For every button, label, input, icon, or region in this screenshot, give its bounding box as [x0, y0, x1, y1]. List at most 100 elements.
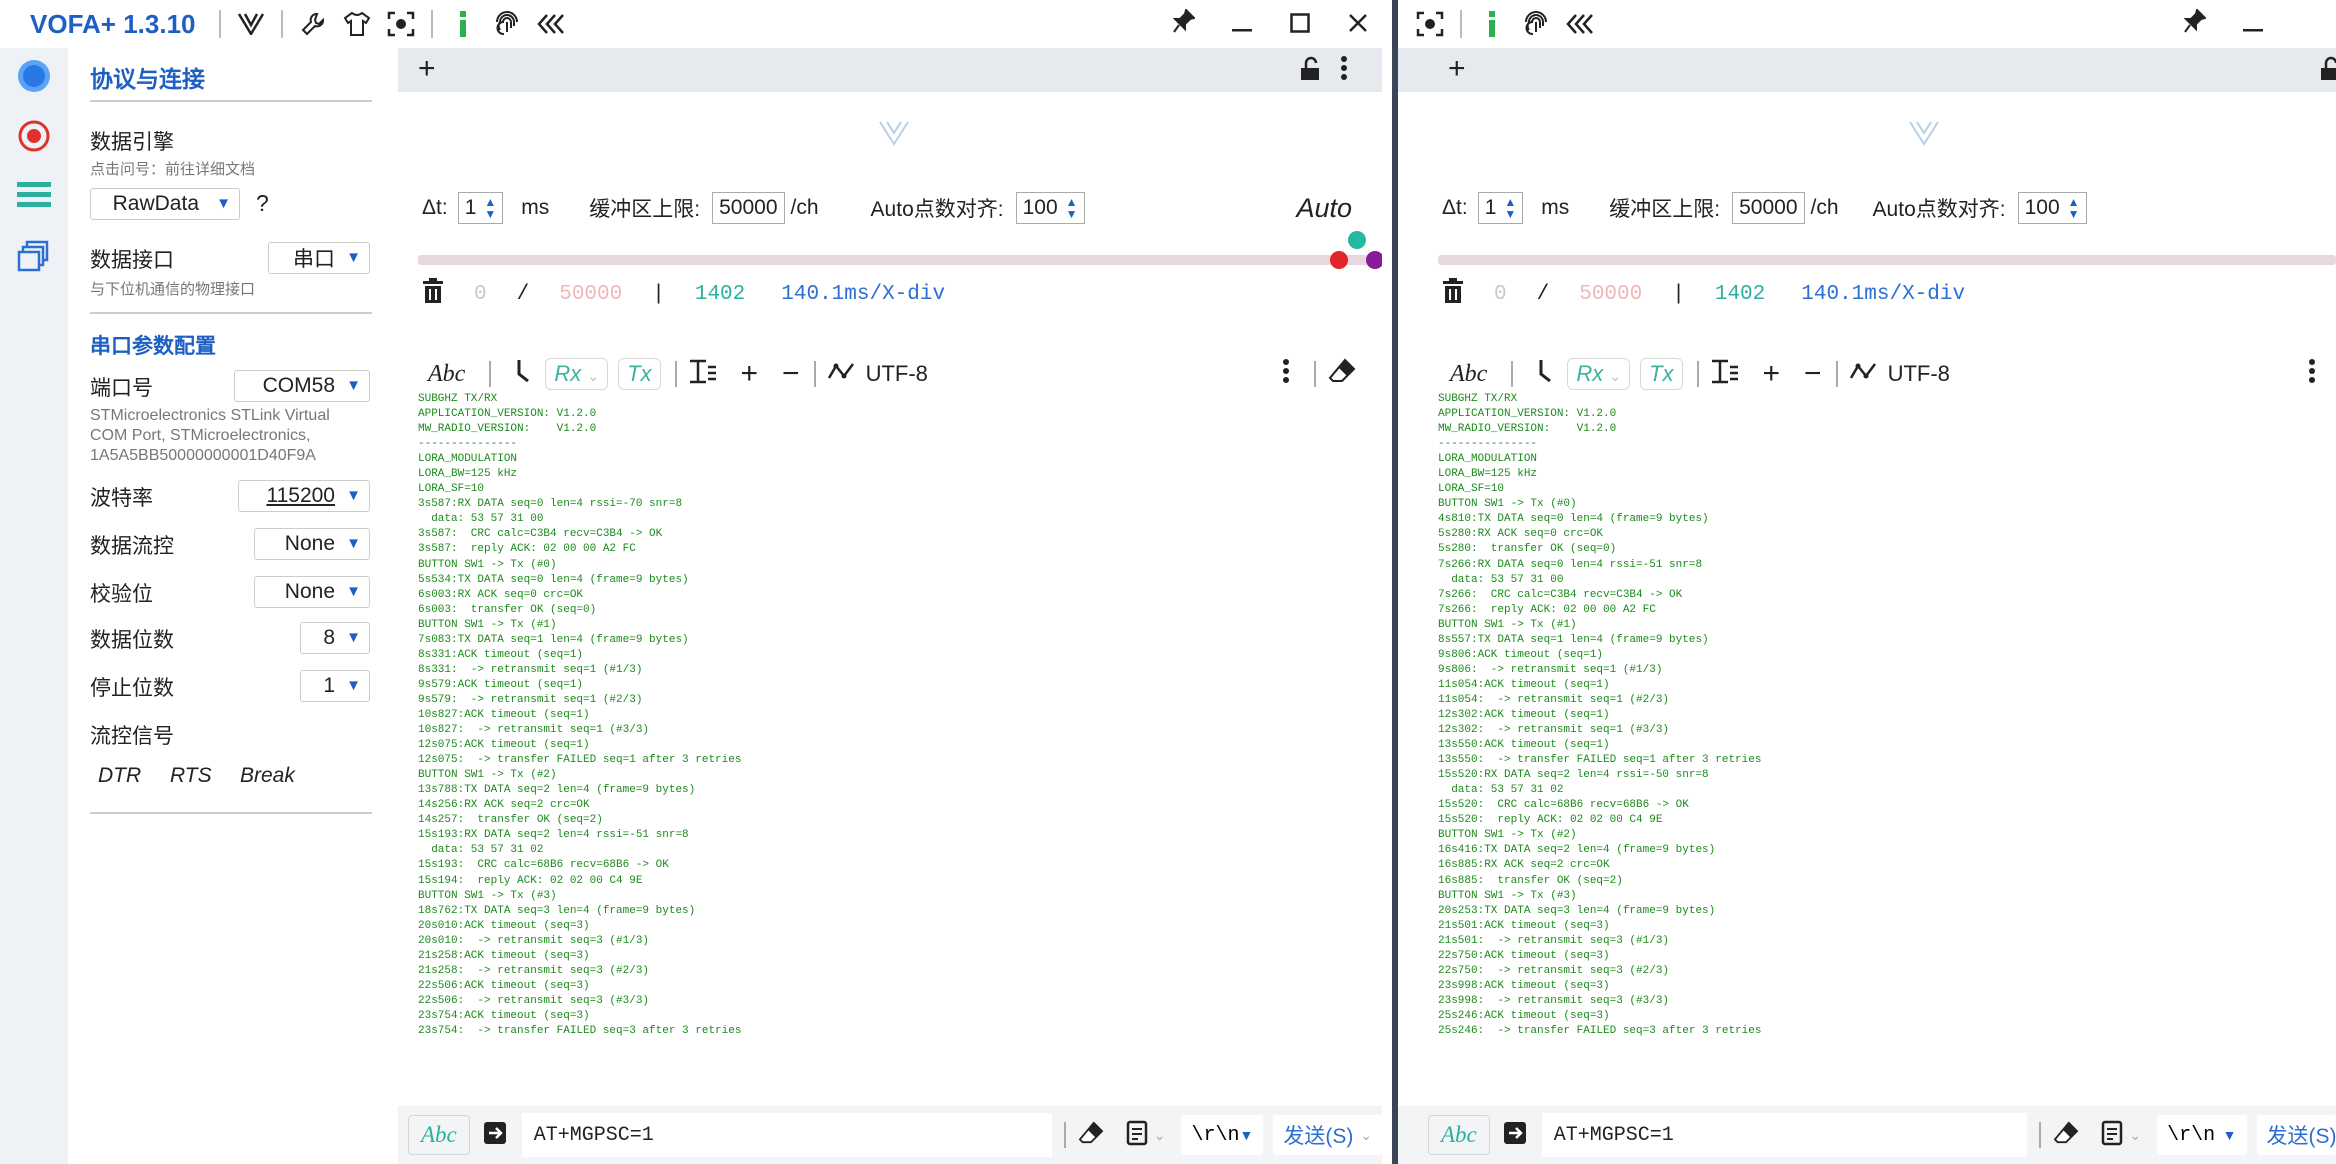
- eraser-icon[interactable]: [1328, 358, 1356, 390]
- history-icon[interactable]: [1126, 1120, 1148, 1151]
- send-input[interactable]: AT+MGPSC=1: [521, 1113, 1052, 1157]
- more-vertical-icon[interactable]: [1282, 357, 1290, 391]
- send-button[interactable]: 发送(S): [2256, 1115, 2336, 1155]
- add-icon[interactable]: +: [418, 52, 436, 86]
- dtr-toggle[interactable]: DTR: [98, 764, 141, 788]
- timeline-slider[interactable]: [1438, 255, 2336, 265]
- spinner-icon[interactable]: ▲ ▼: [484, 196, 496, 220]
- engine-select[interactable]: RawData ▼: [90, 188, 240, 220]
- rx-toggle[interactable]: Rx ⌄: [545, 358, 609, 390]
- minimize-icon[interactable]: [1213, 9, 1271, 40]
- engine-help-button[interactable]: ?: [256, 190, 269, 217]
- zoom-out-icon[interactable]: −: [782, 357, 800, 391]
- zoom-out-icon[interactable]: −: [1804, 357, 1822, 391]
- parity-select[interactable]: None ▼: [254, 576, 370, 608]
- info-icon[interactable]: [441, 4, 485, 44]
- buffer-input[interactable]: 50000: [1732, 192, 1805, 224]
- chevron-down-icon: ⌄: [1360, 1126, 1372, 1143]
- flow-control-select[interactable]: None ▼: [254, 528, 370, 560]
- hook-icon[interactable]: [513, 358, 531, 390]
- zoom-in-icon[interactable]: +: [741, 357, 759, 391]
- stop-bits-select[interactable]: 1 ▼: [300, 670, 370, 702]
- align-input[interactable]: 100 ▲ ▼: [2017, 192, 2087, 224]
- collapse-chevrons-icon[interactable]: [1558, 4, 1602, 44]
- abc-toggle[interactable]: Abc: [428, 361, 465, 388]
- align-input[interactable]: 100 ▲ ▼: [1015, 192, 1085, 224]
- waveform-icon[interactable]: [1849, 360, 1876, 388]
- vofa-logo-icon[interactable]: [229, 4, 273, 44]
- zoom-in-icon[interactable]: +: [1763, 357, 1781, 391]
- send-abc-toggle[interactable]: Abc: [1428, 1115, 1490, 1155]
- eol-select[interactable]: \r\n ▼: [2157, 1115, 2247, 1155]
- info-icon[interactable]: [1470, 4, 1514, 44]
- maximize-icon[interactable]: [1271, 9, 1329, 40]
- fingerprint-icon[interactable]: [485, 4, 529, 44]
- rail-item-record[interactable]: [0, 118, 68, 154]
- serial-config-title: 串口参数配置: [90, 335, 216, 358]
- tx-toggle[interactable]: Tx: [618, 358, 661, 390]
- close-icon[interactable]: [1329, 9, 1387, 40]
- rx-toggle[interactable]: Rx ⌄: [1567, 358, 1631, 390]
- unlock-icon[interactable]: [1298, 56, 1322, 87]
- chevron-down-icon[interactable]: ⌄: [1154, 1127, 1166, 1144]
- waveform-icon[interactable]: [827, 360, 854, 388]
- color-dots-icon[interactable]: [1330, 230, 1384, 277]
- pin-icon[interactable]: [1155, 7, 1213, 40]
- fingerprint-icon[interactable]: [1514, 4, 1558, 44]
- chevron-down-icon: ▼: [346, 249, 361, 266]
- send-file-icon[interactable]: [1502, 1120, 1528, 1151]
- trash-icon[interactable]: [422, 277, 444, 311]
- add-icon[interactable]: +: [1448, 52, 1466, 86]
- data-bits-select[interactable]: 8 ▼: [300, 622, 370, 654]
- baud-select[interactable]: 115200 ▼: [238, 480, 370, 512]
- spinner-icon[interactable]: ▲ ▼: [1504, 196, 1516, 220]
- screenshot-icon[interactable]: [379, 4, 423, 44]
- chevron-down-icon[interactable]: ⌄: [2129, 1127, 2141, 1144]
- send-input[interactable]: AT+MGPSC=1: [1541, 1113, 2028, 1157]
- clear-send-icon[interactable]: [1078, 1120, 1104, 1150]
- wrench-icon[interactable]: [291, 4, 335, 44]
- rts-toggle[interactable]: RTS: [170, 764, 212, 788]
- encoding-select[interactable]: UTF-8: [1888, 361, 1950, 387]
- engine-hint: 点击问号：前往详细文档: [90, 161, 256, 178]
- screenshot-icon[interactable]: [1408, 4, 1452, 44]
- more-vertical-icon[interactable]: [2308, 357, 2316, 391]
- toolbar-separator: [1063, 1122, 1066, 1148]
- collapse-chevrons-icon[interactable]: [529, 4, 573, 44]
- dt-input[interactable]: 1 ▲ ▼: [457, 192, 504, 224]
- text-format-icon[interactable]: [689, 358, 717, 390]
- eol-select[interactable]: \r\n ▼: [1181, 1115, 1264, 1155]
- pin-icon[interactable]: [2166, 7, 2224, 40]
- spinner-icon[interactable]: ▲ ▼: [1066, 196, 1078, 220]
- hook-icon[interactable]: [1535, 358, 1553, 390]
- rail-item-connect[interactable]: [0, 58, 68, 94]
- rail-item-commands[interactable]: [0, 180, 68, 210]
- trash-icon[interactable]: [1442, 277, 1464, 311]
- minimize-icon[interactable]: [2224, 9, 2282, 40]
- auto-button[interactable]: Auto: [1296, 193, 1352, 224]
- dt-input[interactable]: 1 ▲ ▼: [1477, 192, 1524, 224]
- port-select[interactable]: COM58 ▼: [234, 370, 370, 402]
- interface-select[interactable]: 串口 ▼: [268, 242, 370, 274]
- timeline-slider[interactable]: [418, 255, 1378, 265]
- history-icon[interactable]: [2101, 1120, 2123, 1151]
- clear-send-icon[interactable]: [2053, 1120, 2079, 1150]
- abc-toggle[interactable]: Abc: [1450, 361, 1487, 388]
- shirt-icon[interactable]: [335, 4, 379, 44]
- unlock-icon[interactable]: [2318, 56, 2336, 87]
- rail-item-windows[interactable]: [0, 240, 68, 274]
- break-toggle[interactable]: Break: [240, 764, 295, 788]
- stop-bits-value: 1: [323, 674, 335, 697]
- spinner-icon[interactable]: ▲ ▼: [2068, 196, 2080, 220]
- send-abc-toggle[interactable]: Abc: [408, 1115, 470, 1155]
- more-vertical-icon[interactable]: [1340, 54, 1348, 87]
- encoding-select[interactable]: UTF-8: [866, 361, 928, 387]
- receive-toolbar: Abc Rx ⌄ Tx + − UTF-8: [398, 350, 1382, 398]
- send-file-icon[interactable]: [482, 1120, 508, 1151]
- receive-log[interactable]: SUBGHZ TX/RX APPLICATION_VERSION: V1.2.0…: [1438, 392, 1761, 1039]
- tx-toggle[interactable]: Tx: [1640, 358, 1683, 390]
- receive-log[interactable]: SUBGHZ TX/RX APPLICATION_VERSION: V1.2.0…: [418, 392, 741, 1039]
- buffer-input[interactable]: 50000: [712, 192, 785, 224]
- text-format-icon[interactable]: [1711, 358, 1739, 390]
- send-button[interactable]: 发送(S) ⌄: [1273, 1115, 1382, 1155]
